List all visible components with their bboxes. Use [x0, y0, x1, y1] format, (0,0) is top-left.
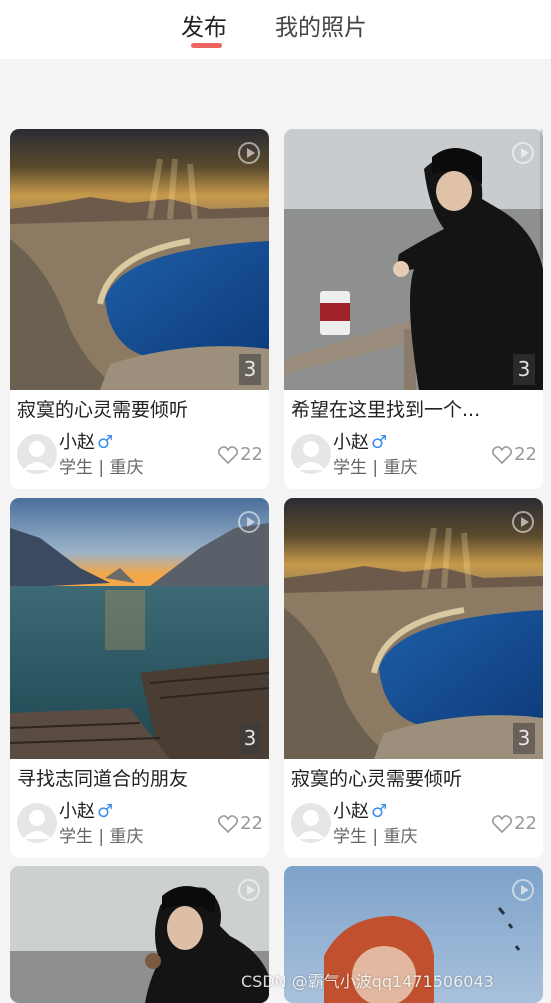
default-avatar-icon	[23, 441, 51, 470]
heart-icon	[492, 815, 513, 833]
post-photo[interactable]: 3	[10, 498, 269, 759]
default-avatar-icon	[23, 810, 51, 839]
post-title: 希望在这里找到一个...	[291, 399, 481, 421]
like-count: 22	[514, 813, 537, 834]
male-icon: ♂	[97, 432, 114, 453]
user-avatar[interactable]	[17, 803, 57, 843]
male-icon: ♂	[371, 801, 388, 822]
man-by-sea-image	[284, 129, 543, 390]
photo-count-badge: 3	[239, 354, 261, 385]
user-avatar[interactable]	[291, 434, 331, 474]
watermark-text: CSDN @霸气小波qq1471506043	[241, 972, 494, 991]
male-icon: ♂	[371, 432, 388, 453]
like-count: 22	[240, 444, 263, 465]
post-card[interactable]	[10, 866, 269, 1003]
video-play-icon	[512, 142, 534, 164]
post-grid: 3 寂寞的心灵需要倾听 小赵 ♂ 学生 | 重庆 22 3 希望在这里找到一个.…	[0, 0, 551, 1003]
post-card[interactable]: 3 希望在这里找到一个... 小赵 ♂ 学生 | 重庆 22	[284, 129, 543, 489]
default-avatar-icon	[297, 441, 325, 470]
mountain-lake-image	[10, 498, 269, 759]
post-card[interactable]: 3 寻找志同道合的朋友 小赵 ♂ 学生 | 重庆 22	[10, 498, 269, 858]
scrollbar[interactable]	[540, 129, 543, 259]
seaside-cliff-image	[284, 498, 543, 759]
user-meta: 学生 | 重庆	[59, 827, 144, 847]
heart-icon	[218, 446, 239, 464]
heart-icon	[218, 815, 239, 833]
like-button[interactable]: 22	[492, 443, 537, 467]
post-card[interactable]: 3 寂寞的心灵需要倾听 小赵 ♂ 学生 | 重庆 22	[10, 129, 269, 489]
man-by-sea-image	[10, 866, 269, 1003]
user-name: 小赵 ♂	[59, 432, 114, 453]
user-name: 小赵 ♂	[333, 801, 388, 822]
post-photo[interactable]: 3	[10, 129, 269, 390]
photo-count-badge: 3	[513, 354, 535, 385]
user-meta: 学生 | 重庆	[59, 458, 144, 478]
photo-count-badge: 3	[239, 723, 261, 754]
user-avatar[interactable]	[17, 434, 57, 474]
user-name: 小赵 ♂	[333, 432, 388, 453]
post-photo[interactable]: 3	[284, 129, 543, 390]
seaside-cliff-image	[10, 129, 269, 390]
video-play-icon	[238, 511, 260, 533]
user-meta: 学生 | 重庆	[333, 458, 418, 478]
user-meta: 学生 | 重庆	[333, 827, 418, 847]
post-card[interactable]: 3 寂寞的心灵需要倾听 小赵 ♂ 学生 | 重庆 22	[284, 498, 543, 858]
video-play-icon	[512, 879, 534, 901]
video-play-icon	[238, 142, 260, 164]
male-icon: ♂	[97, 801, 114, 822]
photo-count-badge: 3	[513, 723, 535, 754]
like-button[interactable]: 22	[218, 812, 263, 836]
user-avatar[interactable]	[291, 803, 331, 843]
video-play-icon	[512, 511, 534, 533]
user-name: 小赵 ♂	[59, 801, 114, 822]
heart-icon	[492, 446, 513, 464]
default-avatar-icon	[297, 810, 325, 839]
like-button[interactable]: 22	[218, 443, 263, 467]
video-play-icon	[238, 879, 260, 901]
post-photo[interactable]	[10, 866, 269, 1003]
post-photo[interactable]: 3	[284, 498, 543, 759]
post-title: 寂寞的心灵需要倾听	[291, 768, 463, 790]
like-button[interactable]: 22	[492, 812, 537, 836]
post-title: 寻找志同道合的朋友	[17, 768, 189, 790]
like-count: 22	[514, 444, 537, 465]
like-count: 22	[240, 813, 263, 834]
post-title: 寂寞的心灵需要倾听	[17, 399, 189, 421]
